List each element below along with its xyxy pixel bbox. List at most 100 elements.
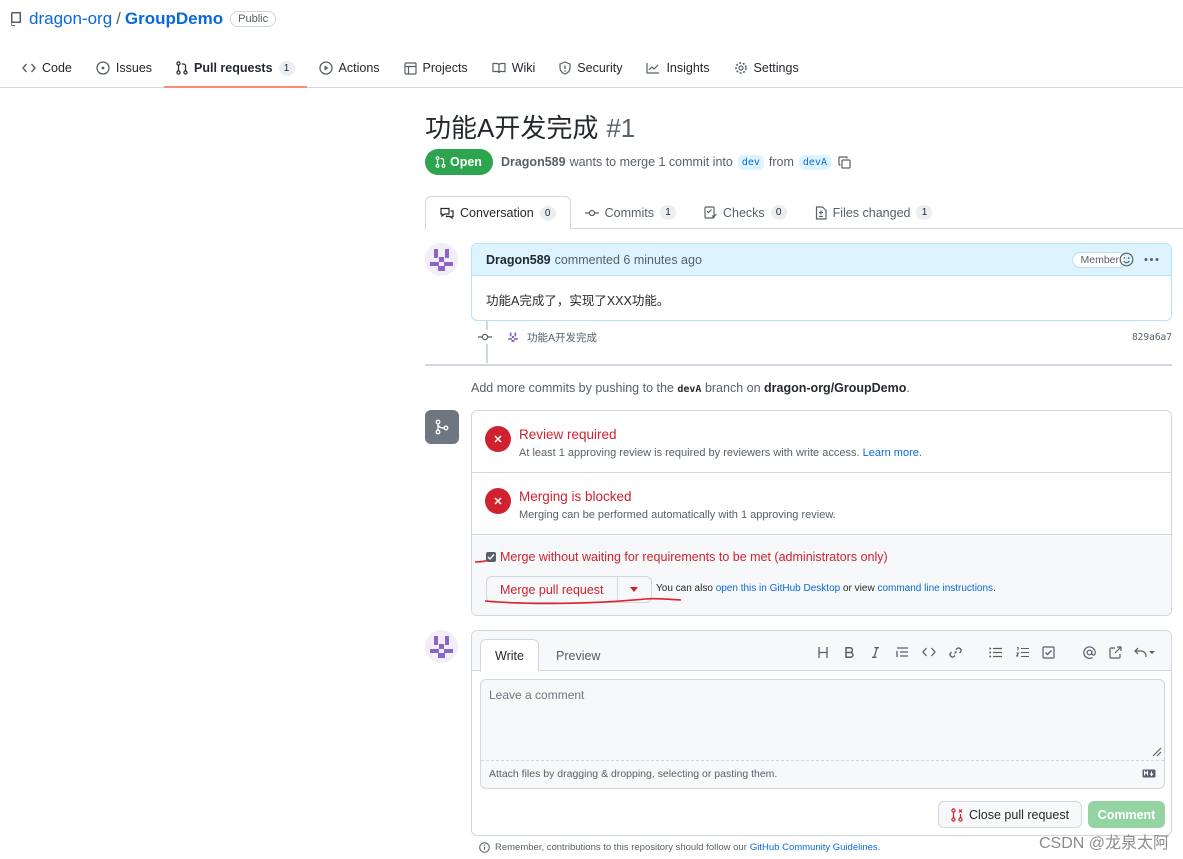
tab-conversation[interactable]: Conversation 0 xyxy=(425,196,571,230)
pr-meta-text: wants to merge 1 commit into xyxy=(569,155,733,169)
tab-checks[interactable]: Checks 0 xyxy=(690,196,801,229)
cross-reference-icon[interactable] xyxy=(1103,643,1130,661)
mention-icon[interactable] xyxy=(1076,643,1103,661)
tab-preview[interactable]: Preview xyxy=(542,639,614,672)
avatar[interactable] xyxy=(425,243,458,276)
tab-checks-label: Checks xyxy=(722,205,765,220)
merge-footer: Merge without waiting for requirements t… xyxy=(472,536,1171,615)
base-branch-tag[interactable]: dev xyxy=(737,154,764,170)
identicon-image xyxy=(430,636,453,658)
attach-files-bar[interactable]: Attach files by dragging & dropping, sel… xyxy=(481,760,1164,788)
pr-number: #1 xyxy=(606,113,636,143)
open-in-desktop-link[interactable]: open this in GitHub Desktop xyxy=(716,583,841,594)
repo-owner-link[interactable]: dragon-org xyxy=(29,9,112,29)
identicon-image xyxy=(430,249,453,271)
community-guidelines-link[interactable]: GitHub Community Guidelines xyxy=(750,842,878,853)
nav-settings[interactable]: Settings xyxy=(722,52,811,84)
attach-files-text: Attach files by dragging & dropping, sel… xyxy=(489,768,778,780)
comment-textarea[interactable]: Leave a comment Attach files by dragging… xyxy=(480,679,1165,789)
commit-message-link[interactable]: 功能A开发完成 xyxy=(527,330,597,345)
merging-blocked-desc: Merging can be performed automatically w… xyxy=(519,509,836,521)
pr-title: 功能A开发完成 #1 xyxy=(425,108,635,145)
comment-submit-button[interactable]: Comment xyxy=(1088,801,1165,828)
graph-icon xyxy=(646,63,660,74)
add-more-branch: devA xyxy=(677,384,702,395)
smiley-icon[interactable] xyxy=(1119,252,1134,267)
nav-code-label: Code xyxy=(42,61,72,75)
nav-settings-label: Settings xyxy=(753,61,799,75)
copy-icon[interactable] xyxy=(838,155,851,169)
merge-alternatives: You can also open this in GitHub Desktop… xyxy=(656,583,996,594)
bold-icon[interactable] xyxy=(836,643,863,661)
reply-dropdown-icon[interactable] xyxy=(1129,643,1161,661)
nav-pull-requests[interactable]: Pull requests 1 xyxy=(164,52,307,88)
ordered-list-icon[interactable] xyxy=(1009,643,1036,661)
review-required-text: At least 1 approving review is required … xyxy=(519,447,860,459)
file-diff-icon xyxy=(815,205,827,220)
unordered-list-icon[interactable] xyxy=(983,643,1010,661)
pull-request-icon xyxy=(435,156,446,168)
repo-icon xyxy=(11,12,21,26)
heading-icon[interactable] xyxy=(810,643,837,661)
comment-body: 功能A完成了，实现了XXX功能。 xyxy=(486,294,670,308)
add-more-suffix: . xyxy=(906,381,910,395)
pr-title-text: 功能A开发完成 xyxy=(425,113,599,143)
merge-method-dropdown[interactable] xyxy=(617,576,652,603)
visibility-badge: Public xyxy=(230,11,277,27)
italic-icon[interactable] xyxy=(863,643,890,661)
link-icon[interactable] xyxy=(942,643,969,661)
gear-icon xyxy=(734,62,747,74)
comment-discussion-icon xyxy=(440,207,454,219)
comment-actions xyxy=(1119,252,1159,267)
tab-commits[interactable]: Commits 1 xyxy=(571,196,690,229)
quote-icon[interactable] xyxy=(889,643,916,661)
review-required-desc: At least 1 approving review is required … xyxy=(519,447,922,459)
code-icon[interactable] xyxy=(916,643,943,661)
command-line-instructions-link[interactable]: command line instructions xyxy=(877,583,993,594)
comment-author-link[interactable]: Dragon589 xyxy=(486,253,551,267)
pr-author-link[interactable]: Dragon589 xyxy=(501,155,566,169)
avatar[interactable] xyxy=(425,630,458,663)
nav-security[interactable]: Security xyxy=(547,52,634,84)
commit-row: 功能A开发完成 829a6a7 xyxy=(478,327,1172,347)
nav-code[interactable]: Code xyxy=(10,52,84,84)
nav-insights-label: Insights xyxy=(666,61,710,75)
comment-timestamp[interactable]: commented 6 minutes ago xyxy=(555,253,702,267)
book-icon xyxy=(492,62,506,74)
merge-alt-prefix: You can also xyxy=(656,583,713,594)
nav-projects-label: Projects xyxy=(422,61,468,75)
nav-issues[interactable]: Issues xyxy=(84,52,164,84)
admin-override-option[interactable]: Merge without waiting for requirements t… xyxy=(486,550,888,564)
watermark: CSDN @龙泉太阿 xyxy=(1038,835,1169,852)
commit-author-avatar[interactable] xyxy=(506,330,520,344)
add-more-middle: branch on xyxy=(704,381,761,395)
commit-sha-link[interactable]: 829a6a7 xyxy=(1132,332,1172,343)
admin-override-checkbox[interactable] xyxy=(486,552,496,562)
repo-separator: / xyxy=(116,9,121,28)
nav-actions[interactable]: Actions xyxy=(307,52,392,84)
repo-name-link[interactable]: GroupDemo xyxy=(125,9,223,29)
resize-handle-icon[interactable] xyxy=(1151,746,1162,757)
merge-pull-request-button[interactable]: Merge pull request xyxy=(486,576,618,603)
add-more-repo-link[interactable]: dragon-org/GroupDemo xyxy=(764,381,906,395)
info-icon xyxy=(479,842,490,853)
learn-more-link[interactable]: Learn more. xyxy=(863,447,922,459)
merge-status-icon xyxy=(425,410,459,444)
add-more-commits-hint: Add more commits by pushing to the devA … xyxy=(471,381,910,395)
tab-write[interactable]: Write xyxy=(480,639,539,672)
nav-insights[interactable]: Insights xyxy=(634,52,721,84)
pull-request-closed-icon xyxy=(951,807,963,822)
merging-blocked-section: Merging is blocked Merging can be perfor… xyxy=(472,473,1171,535)
merge-button-group: Merge pull request xyxy=(486,576,652,603)
close-pull-request-button[interactable]: Close pull request xyxy=(938,801,1083,828)
head-branch-tag[interactable]: devA xyxy=(798,154,831,170)
tab-files-changed[interactable]: Files changed 1 xyxy=(801,196,947,229)
nav-projects[interactable]: Projects xyxy=(392,52,480,84)
nav-wiki[interactable]: Wiki xyxy=(480,52,548,84)
markdown-icon[interactable] xyxy=(1142,769,1156,778)
kebab-menu-icon[interactable] xyxy=(1144,257,1159,262)
nav-wiki-label: Wiki xyxy=(511,61,536,75)
task-list-icon[interactable] xyxy=(1036,643,1063,661)
merge-alt-suffix: . xyxy=(993,583,996,594)
issue-icon xyxy=(96,61,110,75)
